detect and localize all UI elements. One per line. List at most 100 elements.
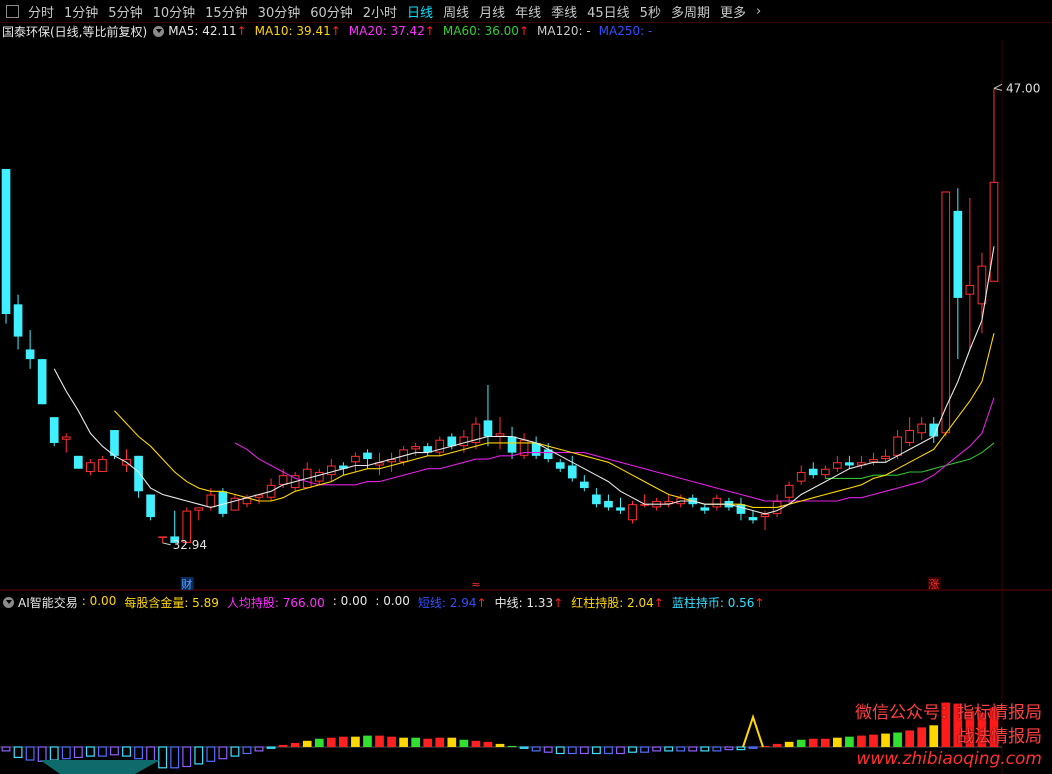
- indicator-bar: [676, 746, 686, 752]
- candle-body: [905, 430, 914, 443]
- candle-body: [86, 462, 95, 472]
- indicator-bar: [339, 736, 348, 747]
- candle-body: [495, 433, 505, 437]
- indicator-bar: [314, 738, 324, 747]
- candle-body: [194, 507, 204, 511]
- indicator-legend-2: 人均持股: 766.00: [226, 595, 325, 610]
- candle-body: [363, 452, 372, 460]
- indicator-legend-5: 短线: 2.94↑: [417, 595, 487, 610]
- candle-body: [483, 420, 493, 437]
- indicator-bar: [495, 743, 505, 747]
- candle-body: [567, 465, 577, 479]
- indicator-bar: [122, 746, 131, 757]
- candle-body: [459, 436, 469, 447]
- signal-triangle: [742, 713, 764, 748]
- candle-body: [748, 517, 758, 521]
- up-arrow-icon: ↑: [553, 595, 564, 610]
- indicator-legend-7: 红柱持股: 2.04↑: [571, 595, 664, 610]
- candle-body: [808, 468, 818, 476]
- low-price-label: 32.94: [173, 538, 207, 552]
- indicator-bar: [652, 746, 662, 752]
- indicator-bar: [206, 746, 216, 762]
- candle-body: [37, 359, 47, 405]
- indicator-bar: [254, 746, 264, 752]
- indicator-bar: [688, 746, 698, 752]
- indicator-bar: [507, 745, 517, 747]
- indicator-legend-8: 蓝柱持币: 0.56↑: [671, 595, 765, 610]
- indicator-bar: [772, 743, 782, 747]
- event-marker-1: ≈: [471, 578, 480, 591]
- indicator-bar: [218, 746, 228, 760]
- up-arrow-icon: ↑: [653, 595, 664, 610]
- candle-body: [833, 462, 842, 469]
- low-label-pointer: [162, 542, 171, 546]
- indicator-bar: [194, 746, 204, 765]
- candle-body: [49, 417, 59, 443]
- candle-body: [447, 436, 457, 447]
- indicator-bar: [820, 738, 830, 747]
- indicator-bar: [857, 735, 866, 747]
- indicator-bar: [519, 746, 529, 749]
- event-marker-0: 财: [181, 577, 192, 591]
- candle-body: [110, 430, 119, 456]
- indicator-bar: [447, 737, 457, 747]
- candle-body: [134, 455, 143, 492]
- indicator-name: AI智能交易: [18, 595, 78, 610]
- watermark-line1: 微信公众号：指标情报局: [855, 703, 1042, 723]
- indicator-bar: [13, 746, 23, 758]
- candle-body: [736, 504, 746, 514]
- candle-body: [640, 504, 649, 506]
- indicator-bar: [170, 746, 180, 769]
- high-price-label: 47.00: [1006, 81, 1040, 95]
- indicator-bar: [917, 727, 927, 747]
- indicator-bar: [591, 746, 601, 755]
- kline-chart[interactable]: 47.00 32.94 财 ≈ 涨: [0, 0, 1052, 774]
- indicator-bar: [712, 746, 722, 752]
- candle-body: [592, 494, 601, 505]
- indicator-bar: [784, 741, 794, 747]
- indicator-legend-3: : 0.00: [332, 593, 368, 608]
- indicator-bar: [351, 736, 360, 747]
- indicator-bar: [242, 746, 252, 755]
- indicator-bar: [893, 732, 902, 747]
- indicator-bar: [302, 740, 312, 747]
- indicator-bar: [387, 736, 396, 747]
- indicator-bar: [881, 733, 890, 747]
- indicator-bar: [833, 737, 842, 747]
- candle-body: [760, 513, 770, 518]
- indicator-dropdown-icon[interactable]: [3, 596, 14, 608]
- candle-body: [507, 436, 517, 453]
- up-arrow-icon: ↑: [476, 595, 487, 610]
- candle-body: [917, 423, 927, 434]
- candle-body: [411, 446, 420, 450]
- candle-body: [820, 468, 830, 476]
- indicator-bar: [555, 746, 565, 755]
- candle-body: [580, 481, 589, 489]
- candle-body: [893, 436, 902, 456]
- indicator-bar: [182, 746, 192, 768]
- candle-body: [616, 507, 625, 511]
- indicator-bar: [230, 746, 240, 757]
- indicator-bar: [748, 746, 758, 749]
- candle-body: [326, 465, 336, 476]
- indicator-bar: [73, 746, 83, 758]
- indicator-bar: [49, 746, 59, 761]
- indicator-bar: [929, 725, 939, 747]
- indicator-info-bar: AI智能交易 : 0.00 每股含金量: 5.89 人均持股: 766.00: 0.…: [2, 593, 776, 611]
- candle-body: [784, 484, 794, 498]
- indicator-bar: [664, 746, 674, 752]
- indicator-bar: [61, 746, 71, 760]
- candle-body: [73, 455, 83, 469]
- candle-body: [314, 471, 324, 482]
- watermark-url: www.zhibiaoqing.com: [856, 749, 1042, 769]
- candle-body: [158, 536, 167, 538]
- candle-body: [628, 504, 637, 521]
- candle-body: [604, 500, 613, 508]
- ma60-line: [825, 442, 995, 479]
- indicator-bar: [603, 746, 613, 755]
- candle-body: [98, 459, 107, 472]
- indicator-bar: [326, 737, 336, 747]
- indicator-bar: [110, 746, 119, 756]
- indicator-bar: [435, 737, 445, 747]
- indicator-legend-4: : 0.00: [375, 593, 410, 608]
